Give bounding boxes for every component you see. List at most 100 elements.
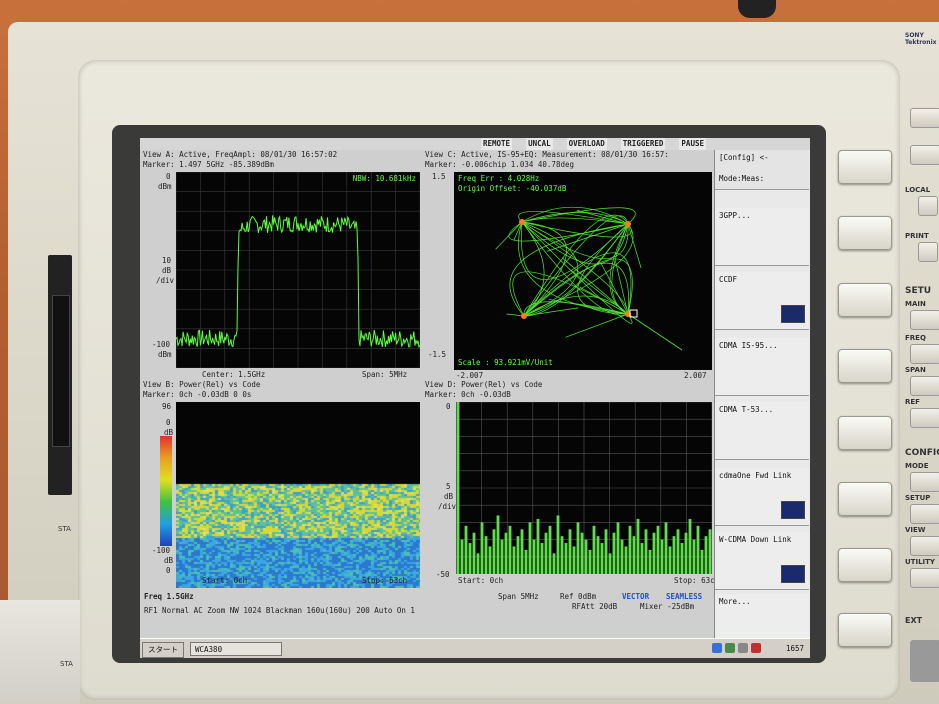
- ccdf-icon: [781, 305, 805, 323]
- code-power-bar: [652, 532, 656, 574]
- bezel-key-4[interactable]: [838, 349, 892, 383]
- code-power-bar: [668, 546, 672, 574]
- menu-item-ccdf[interactable]: CCDF: [715, 272, 809, 330]
- task-wca380[interactable]: WCA380: [190, 642, 282, 656]
- status-bar: REMOTE UNCAL OVERLOAD TRIGGERED PAUSE: [140, 138, 810, 150]
- code-power-bar: [464, 525, 468, 574]
- main-label: MAIN: [905, 300, 926, 308]
- view-b-stop: Stop: 63ch: [362, 576, 408, 585]
- constellation-tail: [627, 313, 683, 351]
- menu-mode-label: Mode:Meas:: [719, 174, 765, 183]
- view-a[interactable]: View A: Active, FreqAmpl: 08/01/30 16:57…: [140, 150, 420, 380]
- ref-readout: Ref 0dBm: [560, 592, 597, 601]
- ext-connector[interactable]: [910, 640, 939, 682]
- code-power-bar: [504, 532, 508, 574]
- menu-config[interactable]: [Config] <- Mode:Meas:: [715, 150, 809, 190]
- scale-readout: Scale : 93.921mV/Unit: [458, 358, 553, 367]
- system-tray: [712, 643, 772, 655]
- view-c-ybottom: -1.5: [428, 350, 447, 359]
- code-power-bar: [628, 525, 632, 574]
- tray-ie-icon[interactable]: [712, 643, 722, 653]
- bezel-key-2[interactable]: [838, 216, 892, 250]
- code-power-bar: [672, 536, 676, 574]
- ref-key[interactable]: [910, 408, 939, 428]
- code-power-bar: [480, 522, 484, 574]
- code-power-bar: [656, 525, 660, 574]
- view-key[interactable]: [910, 536, 939, 556]
- code-power-bar: [496, 515, 500, 574]
- view-a-yunit: dBm: [158, 182, 172, 191]
- view-c[interactable]: View C: Active, IS-95+EQ: Measurement: 0…: [422, 150, 712, 380]
- status-overload: OVERLOAD: [566, 138, 607, 150]
- code-power-bar: [688, 518, 692, 574]
- menu-item-cdma-is95[interactable]: CDMA IS-95...: [715, 338, 809, 396]
- tray-window-icon[interactable]: [738, 643, 748, 653]
- code-power-bar: [596, 536, 600, 574]
- bezel-key-3[interactable]: [838, 283, 892, 317]
- main-key[interactable]: [910, 310, 939, 330]
- code-power-plot[interactable]: [456, 402, 712, 574]
- menu-item-more[interactable]: More...: [715, 594, 809, 638]
- view-a-title: View A: Active, FreqAmpl: 08/01/30 16:57…: [143, 150, 338, 159]
- view-c-xleft: -2.007: [456, 371, 484, 380]
- freq-err-readout: Freq Err : 4.028Hz: [458, 174, 540, 183]
- code-power-bar: [568, 529, 572, 574]
- code-power-bar: [584, 539, 588, 574]
- local-key[interactable]: [918, 196, 938, 216]
- code-power-bar: [624, 546, 628, 574]
- span-key[interactable]: [910, 376, 939, 396]
- menu-item-3gpp-label: 3GPP...: [719, 211, 751, 220]
- view-b-start: Start: 0ch: [202, 576, 248, 585]
- code-power-bar: [632, 536, 636, 574]
- spectrum-plot[interactable]: NBW: 10.681kHz: [176, 172, 420, 368]
- code-power-bar: [456, 402, 460, 574]
- bezel-key-6[interactable]: [838, 482, 892, 516]
- code-power-bar: [676, 529, 680, 574]
- setup-key[interactable]: [910, 504, 939, 524]
- view-d[interactable]: View D: Power(Rel) vs Code Marker: 0ch -…: [422, 380, 719, 592]
- menu-item-cdmaone[interactable]: cdmaOne Fwd Link: [715, 468, 809, 526]
- bezel-key-1[interactable]: [838, 150, 892, 184]
- constellation-plot[interactable]: Freq Err : 4.028Hz Origin Offset: -40.03…: [454, 172, 712, 370]
- config-group-label: CONFIG: [905, 448, 939, 458]
- constellation-point: [521, 313, 527, 319]
- utility-key[interactable]: [910, 568, 939, 588]
- view-d-yscale-unit: dB: [444, 492, 454, 501]
- code-power-bar: [500, 539, 504, 574]
- code-power-bar: [608, 553, 612, 574]
- menu-item-3gpp[interactable]: 3GPP...: [715, 208, 809, 266]
- bezel-key-5[interactable]: [838, 416, 892, 450]
- tray-pen-icon[interactable]: [751, 643, 761, 653]
- constellation-trace: [565, 313, 629, 338]
- mode-key[interactable]: [910, 472, 939, 492]
- code-power-bar: [532, 539, 536, 574]
- constellation-trace: [495, 221, 523, 250]
- start-button[interactable]: スタート: [142, 642, 184, 658]
- view-b[interactable]: View B: Power(Rel) vs Code Marker: 0ch -…: [140, 380, 420, 592]
- code-power-bar: [540, 543, 544, 574]
- constellation-trace: [518, 211, 629, 225]
- taskbar: スタート WCA380 1657: [140, 638, 810, 658]
- view-a-span: Span: 5MHz: [362, 370, 408, 379]
- color-scale-bar: [160, 436, 172, 546]
- menu-item-wcdma[interactable]: W-CDMA Down Link: [715, 532, 809, 590]
- code-power-bar: [592, 525, 596, 574]
- settings-line: RF1 Normal AC Zoom NW 1024 Blackman 160u…: [144, 606, 415, 615]
- code-power-bar: [600, 543, 604, 574]
- code-power-bar: [576, 522, 580, 574]
- view-d-start: Start: 0ch: [458, 576, 504, 585]
- spectrogram-plot[interactable]: [176, 402, 420, 588]
- print-key[interactable]: [918, 242, 938, 262]
- code-power-bar: [512, 546, 516, 574]
- menu-item-cdma-t53[interactable]: CDMA T-53...: [715, 402, 809, 460]
- panel-key-top-1[interactable]: [910, 108, 939, 128]
- tray-refresh-icon[interactable]: [725, 643, 735, 653]
- code-power-bar: [528, 522, 532, 574]
- bezel-key-8[interactable]: [838, 613, 892, 647]
- panel-key-top-2[interactable]: [910, 145, 939, 165]
- floppy-drive[interactable]: [48, 255, 72, 495]
- freq-key[interactable]: [910, 344, 939, 364]
- bezel-key-7[interactable]: [838, 548, 892, 582]
- constellation-point: [519, 219, 525, 225]
- code-power-bar: [556, 515, 560, 574]
